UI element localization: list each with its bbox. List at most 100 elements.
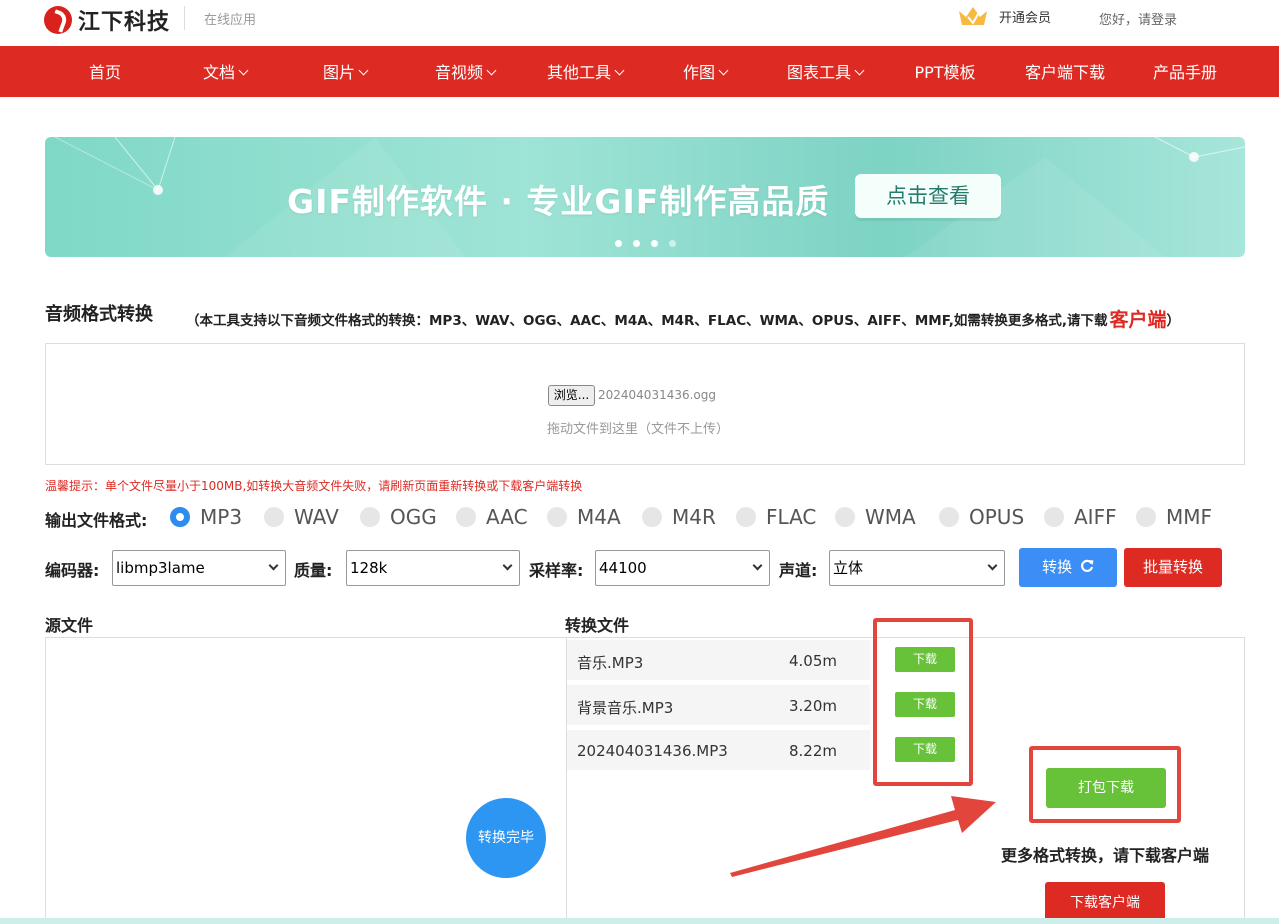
radio-circle bbox=[642, 507, 662, 527]
nav-item-drawing[interactable]: 作图 bbox=[664, 46, 746, 97]
output-file-size: 8.22m bbox=[789, 742, 838, 760]
chevron-down-icon bbox=[752, 560, 763, 571]
vip-label: 开通会员 bbox=[999, 10, 1052, 26]
tool-note-end: ） bbox=[1166, 313, 1181, 329]
tool-note: （本工具支持以下音频文件格式的转换：MP3、WAV、OGG、AAC、M4A、M4… bbox=[186, 304, 1180, 331]
banner-view-button[interactable]: 点击查看 bbox=[855, 174, 1001, 218]
banner-title: GIF制作软件 · 专业GIF制作高品质 bbox=[287, 182, 830, 221]
samplerate-label: 采样率: bbox=[529, 561, 584, 580]
nav-label: 图表工具 bbox=[786, 63, 851, 82]
radio-circle bbox=[835, 507, 855, 527]
format-label: 输出文件格式: bbox=[45, 511, 148, 530]
radio-label: MMF bbox=[1166, 505, 1213, 529]
radio-circle bbox=[264, 507, 284, 527]
client-link[interactable]: 客户端 bbox=[1110, 309, 1167, 331]
bottom-bar bbox=[0, 918, 1279, 924]
annotation-arrow bbox=[730, 796, 996, 877]
nav-item-ppt[interactable]: PPT模板 bbox=[900, 46, 990, 97]
format-radio-wma[interactable]: WMA bbox=[835, 505, 916, 529]
chevron-down-icon bbox=[502, 560, 513, 571]
crown-icon bbox=[957, 5, 989, 27]
batch-convert-button[interactable]: 批量转换 bbox=[1124, 548, 1222, 587]
samplerate-select[interactable]: 44100 bbox=[595, 550, 770, 586]
output-file-row: 202404031436.MP3 8.22m bbox=[567, 730, 870, 770]
nav-item-home[interactable]: 首页 bbox=[72, 46, 138, 97]
nav-label: 首页 bbox=[88, 63, 121, 82]
chevron-down-icon bbox=[268, 560, 279, 571]
quality-select[interactable]: 128k bbox=[346, 550, 520, 586]
nav-label: 客户端下载 bbox=[1024, 63, 1105, 82]
nav-item-docs[interactable]: 文档 bbox=[184, 46, 266, 97]
nav-label: 其他工具 bbox=[546, 63, 611, 82]
encoder-value: libmp3lame bbox=[116, 559, 205, 577]
format-radio-flac[interactable]: FLAC bbox=[736, 505, 816, 529]
encoder-select[interactable]: libmp3lame bbox=[112, 550, 286, 586]
format-radio-mmf[interactable]: MMF bbox=[1136, 505, 1212, 529]
output-file-size: 4.05m bbox=[789, 652, 838, 670]
radio-circle bbox=[939, 507, 959, 527]
conversion-done-badge: 转换完毕 bbox=[466, 798, 546, 878]
quality-value: 128k bbox=[350, 559, 388, 577]
radio-circle bbox=[170, 507, 190, 527]
carousel-dot[interactable] bbox=[615, 240, 622, 247]
quality-label: 质量: bbox=[294, 561, 333, 580]
nav-item-manual[interactable]: 产品手册 bbox=[1140, 46, 1230, 97]
nav-item-client-download[interactable]: 客户端下载 bbox=[1014, 46, 1116, 97]
format-radio-mp3[interactable]: MP3 bbox=[170, 505, 242, 529]
format-radio-aiff[interactable]: AIFF bbox=[1044, 505, 1117, 529]
nav-item-chart-tools[interactable]: 图表工具 bbox=[776, 46, 874, 97]
nav-label: 产品手册 bbox=[1152, 63, 1217, 82]
upload-dropzone[interactable]: 浏览... 202404031436.ogg 拖动文件到这里（文件不上传） bbox=[45, 343, 1245, 465]
radio-label: WMA bbox=[865, 505, 916, 529]
nav-label: 图片 bbox=[322, 63, 355, 82]
format-radio-opus[interactable]: OPUS bbox=[939, 505, 1024, 529]
radio-circle bbox=[360, 507, 380, 527]
nav-item-images[interactable]: 图片 bbox=[304, 46, 386, 97]
carousel-dots bbox=[615, 240, 687, 247]
carousel-dot[interactable] bbox=[633, 240, 640, 247]
radio-label: OPUS bbox=[969, 505, 1025, 529]
login-link[interactable]: 您好，请登录 bbox=[1099, 9, 1177, 28]
pack-download-button[interactable]: 打包下载 bbox=[1046, 768, 1166, 808]
brand-logo[interactable]: 江下科技 bbox=[44, 4, 170, 36]
vip-link[interactable]: 开通会员 bbox=[957, 5, 1051, 27]
output-file-row: 音乐.MP3 4.05m bbox=[567, 640, 870, 680]
radio-circle bbox=[736, 507, 756, 527]
radio-circle bbox=[1136, 507, 1156, 527]
source-file-panel bbox=[45, 637, 447, 924]
radio-label: AIFF bbox=[1074, 505, 1117, 529]
radio-label: MP3 bbox=[200, 505, 243, 529]
output-title: 转换文件 bbox=[565, 616, 630, 635]
carousel-dot[interactable] bbox=[669, 240, 676, 247]
channel-label: 声道: bbox=[779, 561, 818, 580]
tool-title: 音频格式转换 bbox=[45, 304, 153, 325]
more-formats-text: 更多格式转换，请下载客户端 bbox=[1001, 846, 1210, 865]
format-radio-ogg[interactable]: OGG bbox=[360, 505, 437, 529]
format-radio-aac[interactable]: AAC bbox=[456, 505, 528, 529]
nav-label: 音视频 bbox=[434, 63, 483, 82]
warning-tip: 温馨提示：单个文件尽量小于100MB,如转换大音频文件失败，请刷新页面重新转换或… bbox=[45, 479, 583, 493]
carousel-dot[interactable] bbox=[651, 240, 658, 247]
radio-circle bbox=[1044, 507, 1064, 527]
tool-note-text: （本工具支持以下音频文件格式的转换：MP3、WAV、OGG、AAC、M4A、M4… bbox=[186, 313, 1108, 329]
main-nav: 首页 文档 图片 音视频 其他工具 作图 图表工具 PPT模板 客户端下载 产品… bbox=[0, 46, 1279, 97]
nav-item-av[interactable]: 音视频 bbox=[424, 46, 506, 97]
radio-circle bbox=[547, 507, 567, 527]
format-radio-m4a[interactable]: M4A bbox=[547, 505, 621, 529]
status-panel bbox=[446, 637, 567, 924]
channel-select[interactable]: 立体 bbox=[829, 550, 1005, 586]
format-radio-wav[interactable]: WAV bbox=[264, 505, 339, 529]
output-file-size: 3.20m bbox=[789, 697, 838, 715]
convert-button[interactable]: 转换 bbox=[1019, 548, 1117, 587]
nav-label: PPT模板 bbox=[914, 63, 976, 82]
nav-item-other-tools[interactable]: 其他工具 bbox=[536, 46, 634, 97]
format-radio-m4r[interactable]: M4R bbox=[642, 505, 716, 529]
promo-banner[interactable]: GIF制作软件 · 专业GIF制作高品质 点击查看 bbox=[45, 137, 1245, 257]
source-title: 源文件 bbox=[45, 616, 94, 635]
radio-circle bbox=[456, 507, 476, 527]
browse-button[interactable]: 浏览... bbox=[548, 385, 595, 406]
output-file-name: 音乐.MP3 bbox=[577, 654, 644, 672]
refresh-icon bbox=[1080, 559, 1094, 572]
annotation-frame-downloads bbox=[873, 618, 973, 786]
chevron-down-icon bbox=[987, 560, 998, 571]
